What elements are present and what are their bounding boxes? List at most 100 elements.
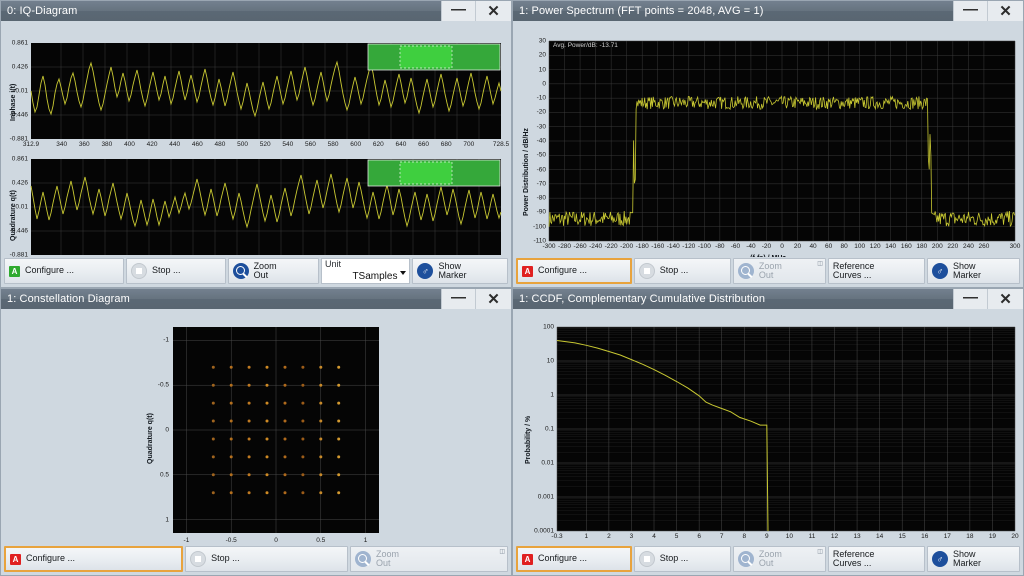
constellation-point xyxy=(212,473,215,476)
ccdf-xtick: 4 xyxy=(652,533,656,540)
configure-label: Configure ... xyxy=(25,266,74,275)
constellation-point xyxy=(248,366,251,369)
ccdf-plot-area[interactable]: 1001010.10.010.0010.0001 -0.312345678910… xyxy=(513,309,1023,545)
iq-bot-ytick: 0.426 xyxy=(1,180,28,187)
titlebar-iq-diagram[interactable]: 0: IQ-Diagram — ✕ xyxy=(1,1,511,21)
show-marker-button[interactable]: ♂ ShowMarker xyxy=(412,258,508,284)
constellation-svg xyxy=(1,309,511,545)
window-title: 1: CCDF, Complementary Cumulative Distri… xyxy=(519,293,765,305)
stop-label: Stop ... xyxy=(660,266,689,275)
constellation-point xyxy=(301,402,304,405)
a-badge-red-icon: A xyxy=(10,554,21,565)
iq-diagram-svg xyxy=(1,21,511,257)
configure-button[interactable]: A Configure ... xyxy=(516,546,632,572)
stop-button[interactable]: Stop ... xyxy=(634,258,731,284)
power-spectrum-xtick: -160 xyxy=(651,243,664,250)
ccdf-ytick: 0.01 xyxy=(513,460,554,467)
constellation-point xyxy=(248,402,251,405)
zoom-out-button[interactable]: ZoomOut ◫ xyxy=(350,546,508,572)
power-spectrum-xtick: -140 xyxy=(667,243,680,250)
ccdf-ytick: 1 xyxy=(513,392,554,399)
a-badge-green-icon: A xyxy=(9,266,20,277)
ccdf-ytick: 0.0001 xyxy=(513,528,554,535)
ccdf-xtick: 19 xyxy=(989,533,996,540)
power-spectrum-xtick: -240 xyxy=(589,243,602,250)
constellation-point xyxy=(266,491,269,494)
chevron-down-icon[interactable] xyxy=(400,271,406,275)
constellation-point xyxy=(337,455,340,458)
stop-button[interactable]: Stop ... xyxy=(126,258,226,284)
configure-label: Configure ... xyxy=(538,266,587,275)
iq-plot-area[interactable]: 0.861 0.426 -0.01 -0.446 -0.881 Inphase … xyxy=(1,21,511,257)
minimize-button[interactable]: — xyxy=(441,1,475,21)
iq-top-ytick: 0.426 xyxy=(1,64,28,71)
constellation-point xyxy=(301,366,304,369)
constellation-ytick: 0.5 xyxy=(141,471,169,478)
power-spectrum-xtick: -40 xyxy=(746,243,755,250)
constellation-point xyxy=(284,473,287,476)
titlebar-ccdf[interactable]: 1: CCDF, Complementary Cumulative Distri… xyxy=(513,289,1023,309)
zoom-out-label: ZoomOut xyxy=(254,262,277,281)
power-spectrum-xtick: 300 xyxy=(1010,243,1021,250)
constellation-point xyxy=(248,384,251,387)
constellation-point xyxy=(266,420,269,423)
constellation-plot-area[interactable]: 10.50-0.5-1 -1-0.500.51 Quadrature q(t) … xyxy=(1,309,511,545)
stop-label: Stop ... xyxy=(152,266,181,275)
constellation-point xyxy=(248,491,251,494)
reference-curves-label: ReferenceCurves ... xyxy=(833,550,875,569)
minimize-button[interactable]: — xyxy=(953,1,987,21)
configure-button[interactable]: A Configure ... xyxy=(4,258,124,284)
marker-icon: ♂ xyxy=(932,551,948,567)
constellation-point xyxy=(266,473,269,476)
zoom-out-label: ZoomOut xyxy=(376,550,399,569)
constellation-point xyxy=(248,473,251,476)
reference-curves-button[interactable]: ReferenceCurves ... xyxy=(828,258,925,284)
constellation-point xyxy=(230,438,233,441)
stop-button[interactable]: Stop ... xyxy=(634,546,731,572)
close-icon[interactable]: ✕ xyxy=(987,289,1023,309)
constellation-point xyxy=(212,420,215,423)
power-spectrum-xtick: -280 xyxy=(558,243,571,250)
stop-button[interactable]: Stop ... xyxy=(185,546,348,572)
zoom-out-button[interactable]: ZoomOut ◫ xyxy=(733,546,826,572)
minimize-button[interactable]: — xyxy=(441,289,475,309)
zoom-out-button[interactable]: ZoomOut xyxy=(228,258,319,284)
magnifier-minus-icon xyxy=(233,263,249,279)
configure-button[interactable]: A Configure ... xyxy=(4,546,183,572)
iq-xtick-middle: 520 xyxy=(260,141,271,148)
ccdf-xtick: 5 xyxy=(675,533,679,540)
constellation-point xyxy=(337,366,340,369)
titlebar-constellation[interactable]: 1: Constellation Diagram — ✕ xyxy=(1,289,511,309)
dialog-indicator-icon: ◫ xyxy=(817,548,823,555)
constellation-ytick: -1 xyxy=(141,337,169,344)
show-marker-button[interactable]: ♂ ShowMarker xyxy=(927,258,1020,284)
ccdf-ytick: 100 xyxy=(513,324,554,331)
dialog-indicator-icon: ◫ xyxy=(499,548,505,555)
constellation-point xyxy=(319,455,322,458)
constellation-point xyxy=(230,420,233,423)
close-icon[interactable]: ✕ xyxy=(475,1,511,21)
power-spectrum-plot-area[interactable]: Avg. Power/dB: -13.71 3020100-10-20-30-4… xyxy=(513,21,1023,257)
reference-curves-button[interactable]: ReferenceCurves ... xyxy=(828,546,925,572)
power-spectrum-xtick: -260 xyxy=(574,243,587,250)
power-spectrum-xtick: -60 xyxy=(731,243,740,250)
ccdf-xtick: 17 xyxy=(944,533,951,540)
titlebar-power-spectrum[interactable]: 1: Power Spectrum (FFT points = 2048, AV… xyxy=(513,1,1023,21)
window-grid: 0: IQ-Diagram — ✕ xyxy=(0,0,1024,576)
close-icon[interactable]: ✕ xyxy=(475,289,511,309)
constellation-point xyxy=(337,473,340,476)
constellation-point xyxy=(230,455,233,458)
zoom-out-label: ZoomOut xyxy=(759,550,782,569)
close-icon[interactable]: ✕ xyxy=(987,1,1023,21)
configure-button[interactable]: A Configure ... xyxy=(516,258,632,284)
zoom-out-button[interactable]: ZoomOut ◫ xyxy=(733,258,826,284)
show-marker-button[interactable]: ♂ ShowMarker xyxy=(927,546,1020,572)
minimize-button[interactable]: — xyxy=(953,289,987,309)
iq-xtick-middle: 640 xyxy=(395,141,406,148)
constellation-point xyxy=(319,366,322,369)
magnifier-minus-icon xyxy=(738,551,754,567)
unit-select[interactable]: Unit TSamples xyxy=(321,258,410,284)
a-badge-red-icon: A xyxy=(522,266,533,277)
iq-xtick-middle: 480 xyxy=(215,141,226,148)
ccdf-xtick: 13 xyxy=(853,533,860,540)
